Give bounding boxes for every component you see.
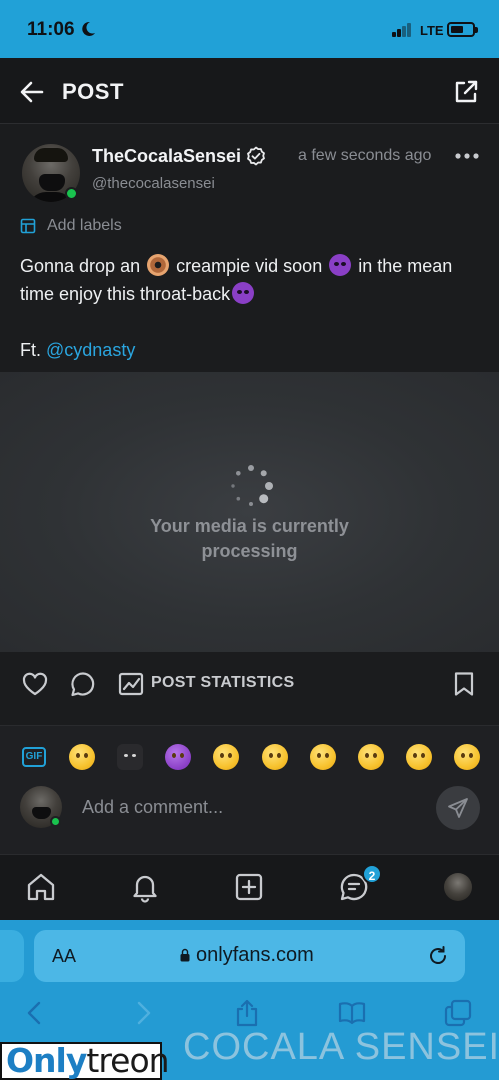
send-comment-button[interactable] xyxy=(436,786,480,830)
messages-badge: 2 xyxy=(362,864,382,884)
media-placeholder: Your media is currently processing xyxy=(0,372,499,652)
grinning-sweat-emoji-icon[interactable] xyxy=(454,744,480,770)
watermark-overlay: COCALA SENSEI xyxy=(183,1026,499,1068)
post-actions-bar: POST STATISTICS xyxy=(0,652,499,726)
smiling-devil-emoji-icon xyxy=(329,254,352,276)
author-handle[interactable]: @thecocalasensei xyxy=(92,175,215,192)
network-type: LTE xyxy=(420,23,444,38)
tears-of-joy-emoji-icon[interactable] xyxy=(310,744,336,770)
status-bar: 11:06 LTE xyxy=(0,0,499,58)
status-time: 11:06 xyxy=(27,19,75,40)
bookmarks-icon[interactable] xyxy=(337,998,367,1028)
bookmark-icon[interactable] xyxy=(450,670,478,698)
text-size-button[interactable]: AA xyxy=(52,946,76,967)
post-statistics-icon[interactable] xyxy=(117,670,145,698)
processing-line-1: Your media is currently xyxy=(150,516,349,536)
post-statistics-button[interactable]: POST STATISTICS xyxy=(151,674,294,692)
page-title: POST xyxy=(62,79,124,104)
battery-icon xyxy=(447,22,478,37)
back-arrow-icon[interactable] xyxy=(18,78,46,106)
watermark-logo-part2: treon xyxy=(86,1041,169,1080)
labels-icon xyxy=(20,218,36,234)
verified-icon xyxy=(247,146,265,166)
lock-icon xyxy=(180,948,190,962)
comment-bubble-icon[interactable] xyxy=(69,670,97,698)
beaming-face-emoji-icon[interactable] xyxy=(262,744,288,770)
browser-share-icon[interactable] xyxy=(232,998,262,1028)
post-text-1: Gonna drop an xyxy=(20,256,141,276)
mention-link[interactable]: @cydnasty xyxy=(46,340,135,360)
home-icon[interactable] xyxy=(25,871,57,903)
post-text-ft: Ft. xyxy=(20,340,41,360)
reload-icon[interactable] xyxy=(427,945,449,967)
watermark-logo-part1: Only xyxy=(6,1041,87,1080)
post-body: Gonna drop an creampie vid soon in the m… xyxy=(20,252,482,364)
add-post-icon[interactable] xyxy=(233,871,265,903)
grinning-smiling-eyes-emoji-icon[interactable] xyxy=(406,744,432,770)
more-options-icon[interactable] xyxy=(454,149,480,163)
donut-emoji-icon xyxy=(147,254,170,276)
comment-area: GIF xyxy=(0,726,499,854)
browser-back-icon[interactable] xyxy=(20,998,50,1028)
author-name[interactable]: TheCocalaSensei xyxy=(92,146,241,167)
post-text-2: creampie vid soon xyxy=(176,256,323,276)
comment-input[interactable] xyxy=(72,788,422,826)
processing-line-2: processing xyxy=(201,541,298,561)
relieved-face-emoji-icon[interactable] xyxy=(69,744,95,770)
previous-tab[interactable] xyxy=(0,930,24,982)
processing-message: Your media is currently processing xyxy=(0,514,499,564)
url-text: onlyfans.com xyxy=(196,944,314,966)
share-icon[interactable] xyxy=(452,78,480,106)
watermark-logo: Onlytreon xyxy=(0,1041,170,1080)
ninja-emoji-icon[interactable] xyxy=(117,744,143,770)
smiling-devil-emoji-icon xyxy=(232,282,255,304)
address-bar[interactable]: AA onlyfans.com xyxy=(34,930,465,982)
smiling-devil-emoji-icon[interactable] xyxy=(165,744,191,770)
profile-avatar[interactable] xyxy=(444,873,472,901)
browser-forward-icon[interactable] xyxy=(128,998,158,1028)
gif-button[interactable]: GIF xyxy=(22,747,46,767)
add-labels-label: Add labels xyxy=(47,217,122,234)
page-header: POST xyxy=(0,58,499,124)
online-indicator xyxy=(50,816,61,827)
post-card: TheCocalaSensei @thecocalasensei a few s… xyxy=(0,124,499,372)
send-icon xyxy=(448,798,468,818)
moon-icon xyxy=(82,21,95,36)
notifications-bell-icon[interactable] xyxy=(129,871,161,903)
bottom-navigation: 2 xyxy=(0,854,499,920)
signal-icon xyxy=(392,23,416,37)
like-heart-icon[interactable] xyxy=(21,670,49,698)
post-timestamp: a few seconds ago xyxy=(298,147,432,164)
tabs-icon[interactable] xyxy=(443,998,473,1028)
grinning-big-eyes-emoji-icon[interactable] xyxy=(358,744,384,770)
online-indicator xyxy=(65,187,78,200)
loading-spinner-icon xyxy=(231,465,273,506)
grinning-face-emoji-icon[interactable] xyxy=(213,744,239,770)
